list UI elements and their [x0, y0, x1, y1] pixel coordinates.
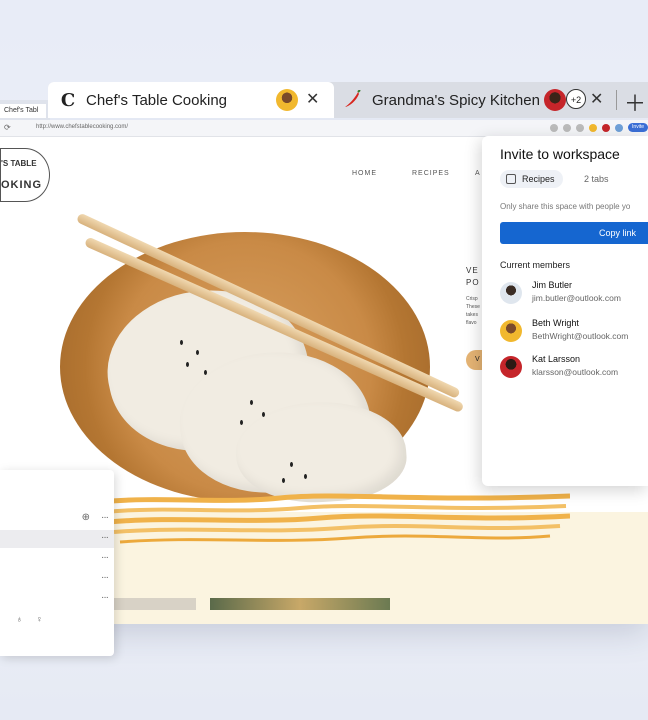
member-email: klarsson@outlook.com [532, 367, 619, 377]
side-panel-row[interactable]: ··· [0, 530, 114, 548]
member-item: Beth Wright BethWright@outlook.com [500, 318, 648, 348]
collaborator-avatar [544, 89, 566, 111]
avatar [500, 320, 522, 342]
member-item: Kat Larsson klarsson@outlook.com [500, 354, 648, 384]
address-bar-icons: Invite [550, 123, 648, 132]
recipe-thumbnail[interactable] [210, 598, 390, 610]
url-text[interactable]: http://www.chefstablecooking.com/ [36, 124, 128, 130]
members-heading: Current members [500, 260, 571, 270]
avatar [500, 356, 522, 378]
like-icon[interactable]: ♁ [16, 614, 23, 624]
article-body: These [466, 304, 480, 310]
tab-chefs-table[interactable]: C Chef's Table Cooking ✕ [48, 82, 334, 118]
collaborator-count-badge[interactable]: +2 [566, 89, 586, 109]
sesame-seed [204, 370, 207, 375]
sesame-seed [304, 474, 307, 479]
sesame-seed [250, 400, 253, 405]
noodle-brush-strokes [100, 493, 570, 544]
member-avatar-icon[interactable] [589, 123, 598, 132]
tab-grandmas-kitchen[interactable]: Grandma's Spicy Kitchen +2 ✕ [338, 82, 603, 118]
sesame-seed [290, 462, 293, 467]
address-bar[interactable]: ⟳ http://www.chefstablecooking.com/ Invi… [0, 120, 648, 137]
side-panel-row[interactable]: ··· [0, 550, 114, 568]
mini-tab[interactable]: Chef's Tabl [0, 104, 46, 118]
workspace-name: Recipes [522, 174, 555, 184]
side-panel-row[interactable]: ··· [0, 590, 114, 608]
tab-title: Grandma's Spicy Kitchen [372, 91, 540, 109]
more-icon[interactable]: ··· [101, 572, 109, 583]
invite-panel-title: Invite to workspace [500, 146, 620, 162]
sesame-seed [240, 420, 243, 425]
workspace-tab-count: 2 tabs [584, 174, 609, 184]
sesame-seed [186, 362, 189, 367]
article-body: takes [466, 312, 478, 318]
article-body: flavo [466, 320, 477, 326]
workspace-chip[interactable]: Recipes [500, 170, 563, 188]
member-item: Jim Butler jim.butler@outlook.com [500, 280, 648, 310]
sesame-seed [180, 340, 183, 345]
member-email: jim.butler@outlook.com [532, 293, 621, 303]
close-icon[interactable]: ✕ [590, 89, 603, 109]
refresh-icon[interactable]: ⟳ [4, 123, 11, 132]
more-icon[interactable]: ··· [101, 512, 109, 523]
member-name: Beth Wright [532, 318, 579, 328]
invite-to-workspace-panel: Invite to workspace Recipes 2 tabs Only … [482, 136, 648, 486]
workspace-side-panel: ⊕ ··· ··· ··· ··· ··· ♁ ♀ [0, 470, 114, 656]
sesame-seed [262, 412, 265, 417]
logo-text-top: 'S TABLE [1, 159, 37, 168]
add-icon[interactable]: ⊕ [82, 512, 90, 523]
extension-icon[interactable] [550, 123, 559, 132]
nav-recipes[interactable]: RECIPES [412, 170, 450, 177]
recipe-thumbnail[interactable] [114, 598, 196, 610]
close-icon[interactable]: ✕ [306, 89, 319, 109]
article-heading: VE [466, 266, 479, 275]
member-email: BethWright@outlook.com [532, 331, 629, 341]
pin-icon[interactable]: ♀ [36, 614, 43, 624]
tab-strip: C Chef's Table Cooking ✕ Grandma's Spicy… [48, 82, 648, 118]
sesame-seed [196, 350, 199, 355]
chefs-table-favicon-icon: C [60, 89, 76, 111]
workspace-icon [506, 174, 516, 184]
article-heading: PO [466, 278, 480, 287]
copy-link-button[interactable]: Copy link [500, 222, 648, 244]
member-name: Kat Larsson [532, 354, 581, 364]
more-icon[interactable]: ··· [101, 532, 109, 543]
chili-icon [345, 90, 361, 107]
tab-title: Chef's Table Cooking [86, 91, 228, 109]
tab-separator [616, 90, 617, 110]
nav-more[interactable]: A [475, 170, 481, 177]
collaborator-avatar [276, 89, 298, 111]
more-icon[interactable]: ··· [101, 552, 109, 563]
member-avatar-icon[interactable] [615, 123, 624, 132]
side-panel-row[interactable]: ⊕ ··· [0, 510, 114, 528]
article-body: Crisp [466, 296, 478, 302]
new-tab-icon[interactable]: ＋ [624, 86, 646, 118]
collections-icon[interactable] [576, 123, 585, 132]
member-name: Jim Butler [532, 280, 573, 290]
favorites-icon[interactable] [563, 123, 572, 132]
site-logo[interactable]: 'S TABLE OKING [0, 148, 50, 202]
side-panel-row: ♁ ♀ [0, 612, 114, 630]
sesame-seed [282, 478, 285, 483]
logo-text-bottom: OKING [1, 179, 43, 191]
invite-pill-button[interactable]: Invite [628, 123, 648, 132]
avatar [500, 282, 522, 304]
side-panel-row[interactable]: ··· [0, 570, 114, 588]
member-avatar-icon[interactable] [602, 123, 611, 132]
nav-home[interactable]: HOME [352, 170, 377, 177]
share-note: Only share this space with people yo [500, 202, 631, 211]
more-icon[interactable]: ··· [101, 592, 109, 603]
